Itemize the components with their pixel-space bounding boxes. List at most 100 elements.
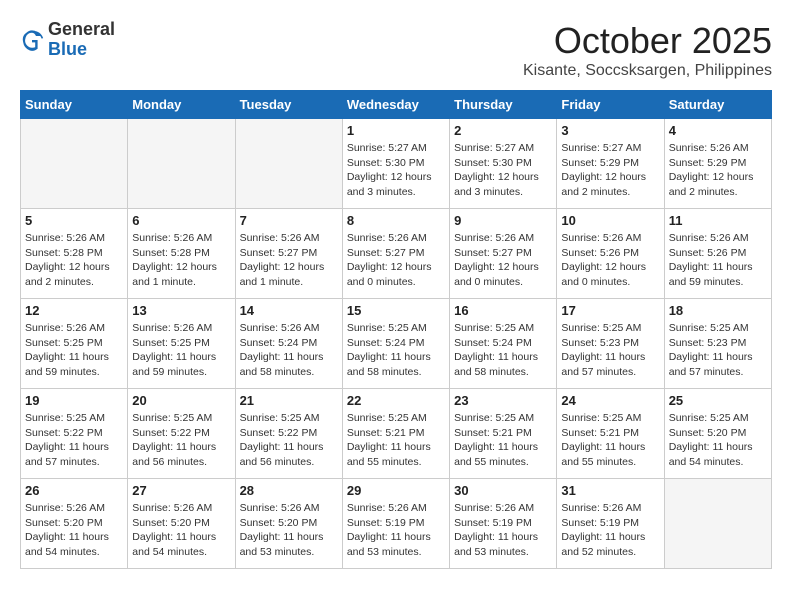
day-cell: 16 Sunrise: 5:25 AM Sunset: 5:24 PM Dayli…: [450, 299, 557, 389]
day-info: Sunrise: 5:26 AM Sunset: 5:25 PM Dayligh…: [25, 321, 123, 380]
day-info: Sunrise: 5:26 AM Sunset: 5:26 PM Dayligh…: [561, 231, 659, 290]
logo-blue: Blue: [48, 39, 87, 59]
logo-general: General: [48, 19, 115, 39]
day-cell: 15 Sunrise: 5:25 AM Sunset: 5:24 PM Dayli…: [342, 299, 449, 389]
day-info: Sunrise: 5:25 AM Sunset: 5:22 PM Dayligh…: [25, 411, 123, 470]
day-cell: [664, 479, 771, 569]
day-number: 10: [561, 213, 659, 228]
day-number: 31: [561, 483, 659, 498]
calendar: SundayMondayTuesdayWednesdayThursdayFrid…: [20, 90, 772, 569]
day-cell: 20 Sunrise: 5:25 AM Sunset: 5:22 PM Dayli…: [128, 389, 235, 479]
day-number: 30: [454, 483, 552, 498]
day-cell: 21Sunrise: 5:25 AM Sunset: 5:22 PM Dayli…: [235, 389, 342, 479]
day-cell: 25Sunrise: 5:25 AM Sunset: 5:20 PM Dayli…: [664, 389, 771, 479]
day-number: 20: [132, 393, 230, 408]
day-number: 14: [240, 303, 338, 318]
day-cell: 7 Sunrise: 5:26 AM Sunset: 5:27 PM Daylig…: [235, 209, 342, 299]
day-info: Sunrise: 5:25 AM Sunset: 5:24 PM Dayligh…: [454, 321, 552, 380]
day-cell: 5 Sunrise: 5:26 AM Sunset: 5:28 PM Daylig…: [21, 209, 128, 299]
week-row-0: 1 Sunrise: 5:27 AM Sunset: 5:30 PM Daylig…: [21, 119, 772, 209]
day-number: 26: [25, 483, 123, 498]
day-cell: 27Sunrise: 5:26 AM Sunset: 5:20 PM Dayli…: [128, 479, 235, 569]
day-number: 2: [454, 123, 552, 138]
day-cell: 14 Sunrise: 5:26 AM Sunset: 5:24 PM Dayli…: [235, 299, 342, 389]
day-info: Sunrise: 5:26 AM Sunset: 5:20 PM Dayligh…: [132, 501, 230, 560]
week-row-1: 5 Sunrise: 5:26 AM Sunset: 5:28 PM Daylig…: [21, 209, 772, 299]
day-cell: [235, 119, 342, 209]
day-cell: 12 Sunrise: 5:26 AM Sunset: 5:25 PM Dayli…: [21, 299, 128, 389]
day-cell: 30 Sunrise: 5:26 AM Sunset: 5:19 PM Dayli…: [450, 479, 557, 569]
day-number: 12: [25, 303, 123, 318]
day-cell: 18Sunrise: 5:25 AM Sunset: 5:23 PM Dayli…: [664, 299, 771, 389]
day-info: Sunrise: 5:26 AM Sunset: 5:20 PM Dayligh…: [240, 501, 338, 560]
day-info: Sunrise: 5:25 AM Sunset: 5:22 PM Dayligh…: [132, 411, 230, 470]
day-cell: 26 Sunrise: 5:26 AM Sunset: 5:20 PM Dayli…: [21, 479, 128, 569]
day-info: Sunrise: 5:26 AM Sunset: 5:28 PM Dayligh…: [25, 231, 123, 290]
day-number: 29: [347, 483, 445, 498]
day-cell: [128, 119, 235, 209]
day-info: Sunrise: 5:25 AM Sunset: 5:23 PM Dayligh…: [669, 321, 767, 380]
day-number: 3: [561, 123, 659, 138]
title-block: October 2025 Kisante, Soccsksargen, Phil…: [523, 20, 772, 80]
week-row-2: 12 Sunrise: 5:26 AM Sunset: 5:25 PM Dayli…: [21, 299, 772, 389]
day-number: 7: [240, 213, 338, 228]
weekday-monday: Monday: [128, 91, 235, 119]
day-info: Sunrise: 5:25 AM Sunset: 5:23 PM Dayligh…: [561, 321, 659, 380]
day-info: Sunrise: 5:25 AM Sunset: 5:22 PM Dayligh…: [240, 411, 338, 470]
day-info: Sunrise: 5:26 AM Sunset: 5:29 PM Dayligh…: [669, 141, 767, 200]
day-number: 22: [347, 393, 445, 408]
day-number: 16: [454, 303, 552, 318]
day-number: 9: [454, 213, 552, 228]
calendar-body: 1 Sunrise: 5:27 AM Sunset: 5:30 PM Daylig…: [21, 119, 772, 569]
day-cell: 2 Sunrise: 5:27 AM Sunset: 5:30 PM Daylig…: [450, 119, 557, 209]
weekday-saturday: Saturday: [664, 91, 771, 119]
day-info: Sunrise: 5:26 AM Sunset: 5:28 PM Dayligh…: [132, 231, 230, 290]
day-cell: 3Sunrise: 5:27 AM Sunset: 5:29 PM Daylig…: [557, 119, 664, 209]
day-cell: 23 Sunrise: 5:25 AM Sunset: 5:21 PM Dayli…: [450, 389, 557, 479]
day-info: Sunrise: 5:27 AM Sunset: 5:30 PM Dayligh…: [454, 141, 552, 200]
day-cell: 29Sunrise: 5:26 AM Sunset: 5:19 PM Dayli…: [342, 479, 449, 569]
day-info: Sunrise: 5:26 AM Sunset: 5:27 PM Dayligh…: [454, 231, 552, 290]
day-info: Sunrise: 5:26 AM Sunset: 5:19 PM Dayligh…: [561, 501, 659, 560]
day-info: Sunrise: 5:25 AM Sunset: 5:21 PM Dayligh…: [454, 411, 552, 470]
day-number: 5: [25, 213, 123, 228]
day-cell: 31 Sunrise: 5:26 AM Sunset: 5:19 PM Dayli…: [557, 479, 664, 569]
day-info: Sunrise: 5:25 AM Sunset: 5:24 PM Dayligh…: [347, 321, 445, 380]
day-cell: 4 Sunrise: 5:26 AM Sunset: 5:29 PM Daylig…: [664, 119, 771, 209]
day-info: Sunrise: 5:26 AM Sunset: 5:24 PM Dayligh…: [240, 321, 338, 380]
day-info: Sunrise: 5:26 AM Sunset: 5:27 PM Dayligh…: [347, 231, 445, 290]
day-number: 4: [669, 123, 767, 138]
day-info: Sunrise: 5:25 AM Sunset: 5:21 PM Dayligh…: [347, 411, 445, 470]
day-number: 23: [454, 393, 552, 408]
day-number: 17: [561, 303, 659, 318]
weekday-row: SundayMondayTuesdayWednesdayThursdayFrid…: [21, 91, 772, 119]
logo: General Blue: [20, 20, 115, 60]
calendar-header: SundayMondayTuesdayWednesdayThursdayFrid…: [21, 91, 772, 119]
day-cell: 19Sunrise: 5:25 AM Sunset: 5:22 PM Dayli…: [21, 389, 128, 479]
weekday-thursday: Thursday: [450, 91, 557, 119]
day-info: Sunrise: 5:26 AM Sunset: 5:27 PM Dayligh…: [240, 231, 338, 290]
day-cell: 11Sunrise: 5:26 AM Sunset: 5:26 PM Dayli…: [664, 209, 771, 299]
day-number: 6: [132, 213, 230, 228]
day-info: Sunrise: 5:25 AM Sunset: 5:20 PM Dayligh…: [669, 411, 767, 470]
day-number: 24: [561, 393, 659, 408]
weekday-sunday: Sunday: [21, 91, 128, 119]
day-cell: 17 Sunrise: 5:25 AM Sunset: 5:23 PM Dayli…: [557, 299, 664, 389]
day-cell: [21, 119, 128, 209]
day-number: 15: [347, 303, 445, 318]
page-header: General Blue October 2025 Kisante, Soccs…: [20, 20, 772, 80]
day-info: Sunrise: 5:26 AM Sunset: 5:26 PM Dayligh…: [669, 231, 767, 290]
day-info: Sunrise: 5:25 AM Sunset: 5:21 PM Dayligh…: [561, 411, 659, 470]
weekday-tuesday: Tuesday: [235, 91, 342, 119]
day-number: 1: [347, 123, 445, 138]
week-row-4: 26 Sunrise: 5:26 AM Sunset: 5:20 PM Dayli…: [21, 479, 772, 569]
day-info: Sunrise: 5:26 AM Sunset: 5:25 PM Dayligh…: [132, 321, 230, 380]
day-cell: 22 Sunrise: 5:25 AM Sunset: 5:21 PM Dayli…: [342, 389, 449, 479]
weekday-friday: Friday: [557, 91, 664, 119]
logo-text: General Blue: [48, 20, 115, 60]
day-cell: 13Sunrise: 5:26 AM Sunset: 5:25 PM Dayli…: [128, 299, 235, 389]
day-info: Sunrise: 5:26 AM Sunset: 5:20 PM Dayligh…: [25, 501, 123, 560]
day-cell: 6 Sunrise: 5:26 AM Sunset: 5:28 PM Daylig…: [128, 209, 235, 299]
day-cell: 8Sunrise: 5:26 AM Sunset: 5:27 PM Daylig…: [342, 209, 449, 299]
day-info: Sunrise: 5:26 AM Sunset: 5:19 PM Dayligh…: [454, 501, 552, 560]
